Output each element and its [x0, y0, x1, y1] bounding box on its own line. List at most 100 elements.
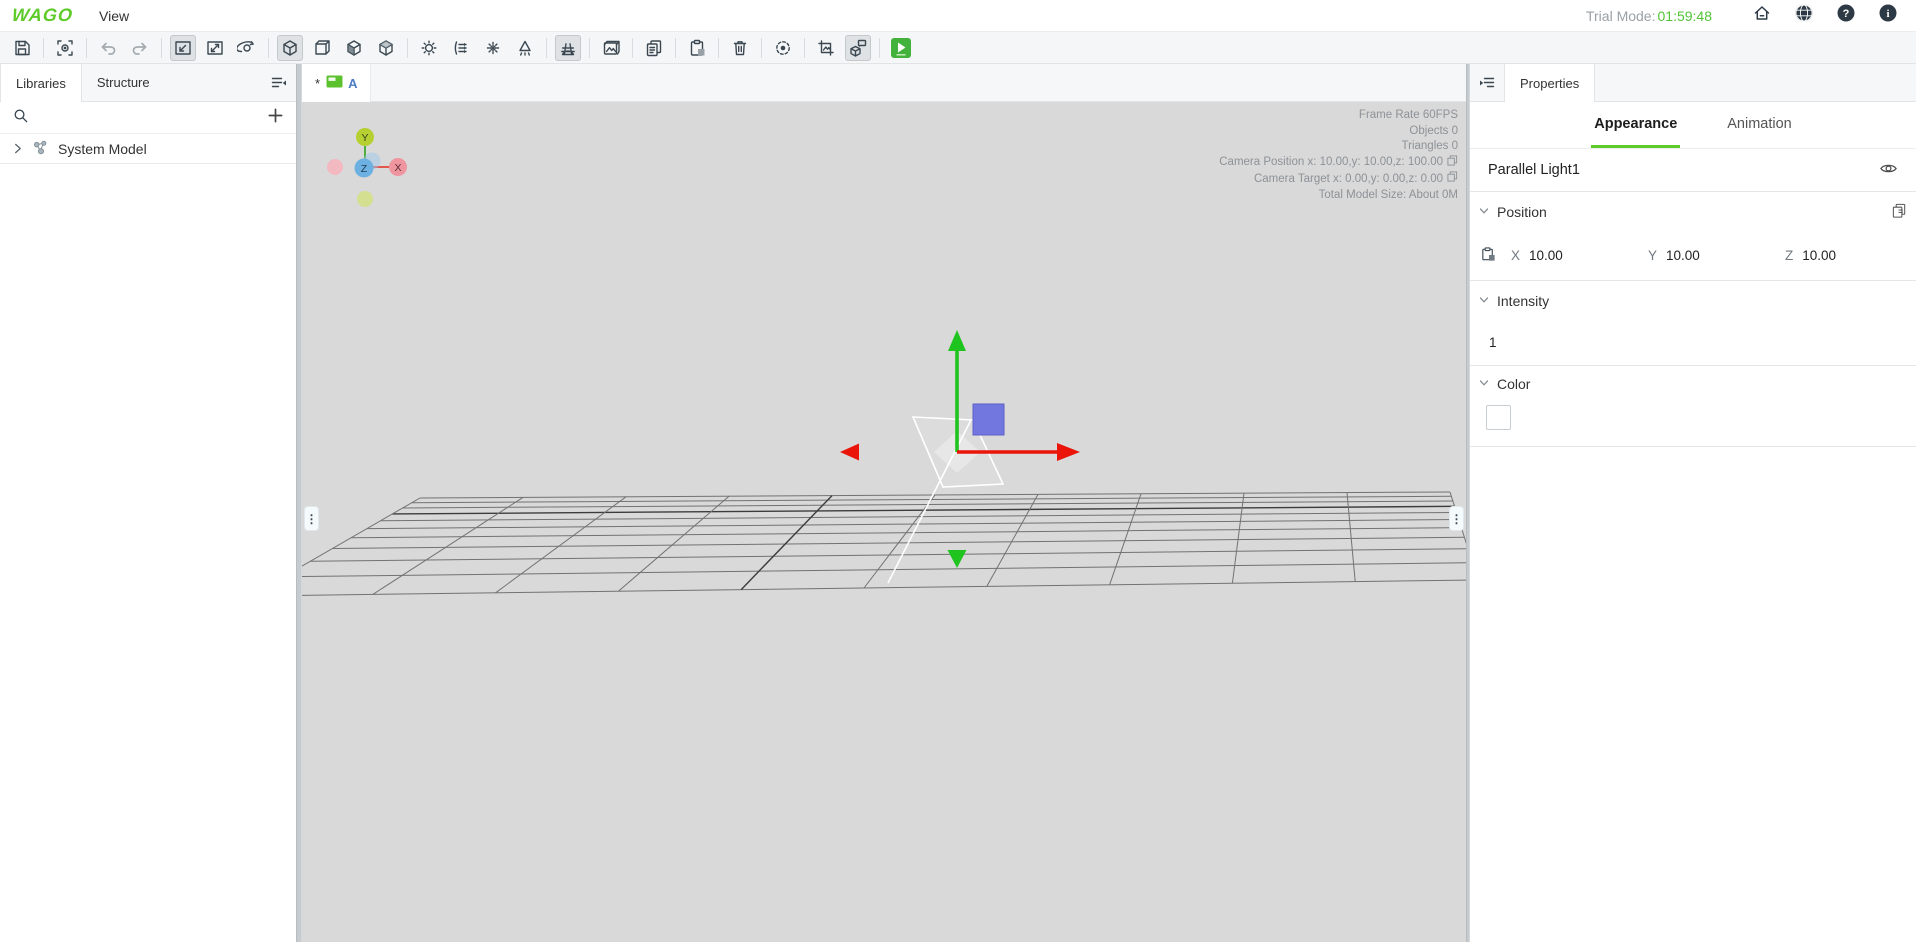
unsaved-indicator: * — [315, 76, 320, 91]
grid-toggle-button[interactable] — [555, 35, 581, 61]
position-x-field[interactable]: X 10.00 — [1497, 248, 1634, 263]
viewport: * A — [302, 64, 1466, 942]
color-swatch[interactable] — [1486, 405, 1511, 430]
right-panel-drag-handle[interactable]: ⋮ — [1449, 506, 1464, 531]
view-cube-back-button[interactable] — [373, 35, 399, 61]
fit-view-button[interactable] — [170, 35, 196, 61]
point-light-button[interactable] — [416, 35, 442, 61]
chevron-down-icon — [1478, 376, 1490, 392]
viewport-stats: Frame Rate 60FPS Objects 0 Triangles 0 C… — [1219, 108, 1458, 203]
section-intensity-header[interactable]: Intensity — [1470, 281, 1916, 320]
axis-up-arrow — [948, 330, 966, 351]
tab-animation[interactable]: Animation — [1724, 102, 1794, 148]
capture-view-button[interactable] — [52, 35, 78, 61]
paste-button[interactable] — [684, 35, 710, 61]
stat-frame-rate: Frame Rate 60FPS — [1359, 108, 1458, 124]
axis-down-arrow — [948, 550, 967, 568]
left-panel-drag-handle[interactable]: ⋮ — [304, 506, 319, 531]
section-color-label: Color — [1497, 376, 1530, 392]
add-library-button[interactable] — [267, 107, 284, 129]
svg-text:?: ? — [1843, 8, 1850, 20]
delete-button[interactable] — [727, 35, 753, 61]
copy-icon[interactable] — [1447, 171, 1458, 188]
visibility-eye-icon[interactable] — [1879, 159, 1898, 182]
position-z-label: Z — [1785, 248, 1793, 263]
position-z-value[interactable]: 10.00 — [1802, 248, 1836, 263]
scene-icon — [326, 75, 343, 91]
stat-triangles: Triangles 0 — [1402, 139, 1458, 155]
view-cube-perspective-button[interactable] — [277, 35, 303, 61]
zoom-extents-button[interactable] — [202, 35, 228, 61]
axis-left-arrow — [840, 444, 859, 461]
stat-camera-position: Camera Position x: 10.00,y: 10.00,z: 100… — [1219, 155, 1443, 171]
section-position-header[interactable]: Position — [1470, 192, 1916, 231]
cone-light-button[interactable] — [512, 35, 538, 61]
copy-icon[interactable] — [1447, 155, 1458, 172]
tab-libraries[interactable]: Libraries — [0, 64, 82, 102]
stat-model-size: Total Model Size: About 0M — [1319, 188, 1458, 204]
left-panel-tabs: Libraries Structure — [0, 64, 296, 102]
chevron-right-icon[interactable] — [12, 141, 23, 157]
toolbar — [0, 32, 1916, 64]
skybox-button[interactable] — [598, 35, 624, 61]
run-simulation-button[interactable] — [888, 35, 914, 61]
orbit-button[interactable] — [234, 35, 260, 61]
save-button[interactable] — [9, 35, 35, 61]
viewport-tabstrip: * A — [302, 64, 1466, 102]
scene-tab-label: A — [348, 76, 357, 91]
orientation-gizmo[interactable]: Y X Z — [327, 128, 407, 207]
trial-mode-label: Trial Mode: — [1586, 8, 1656, 24]
position-y-field[interactable]: Y 10.00 — [1634, 248, 1771, 263]
svg-text:i: i — [1886, 8, 1889, 20]
copy-button[interactable] — [641, 35, 667, 61]
intensity-value[interactable]: 1 — [1489, 335, 1497, 350]
3d-canvas[interactable]: Y X Z Frame Rate 60FPS Objects 0 Triangl… — [302, 102, 1466, 942]
position-y-value[interactable]: 10.00 — [1666, 248, 1700, 263]
redo-button[interactable] — [127, 35, 153, 61]
position-y-label: Y — [1648, 248, 1657, 263]
intensity-value-row: 1 — [1470, 320, 1916, 366]
scene-tab-a[interactable]: * A — [302, 64, 371, 102]
ground-grid — [302, 492, 1466, 596]
panel-menu-icon[interactable] — [262, 64, 296, 101]
gizmo-y-label: Y — [361, 132, 368, 144]
section-color-header[interactable]: Color — [1470, 366, 1916, 402]
system-model-icon — [32, 139, 49, 159]
undo-button[interactable] — [95, 35, 121, 61]
paste-values-icon[interactable] — [1480, 246, 1497, 266]
parallel-light-button[interactable] — [448, 35, 474, 61]
tab-structure[interactable]: Structure — [82, 64, 165, 101]
trial-mode-time: 01:59:48 — [1658, 8, 1713, 24]
parallel-light-object[interactable] — [973, 404, 1004, 435]
properties-subtabs: Appearance Animation — [1470, 102, 1916, 149]
gizmo-neg-x — [327, 159, 343, 175]
tab-appearance[interactable]: Appearance — [1591, 102, 1680, 148]
info-icon[interactable]: i — [1878, 3, 1898, 28]
menu-view[interactable]: View — [99, 8, 129, 24]
target-point-button[interactable] — [770, 35, 796, 61]
properties-panel: Properties Appearance Animation Parallel… — [1470, 64, 1916, 942]
left-panel-body — [0, 164, 296, 942]
tree-item-system-model[interactable]: System Model — [0, 134, 296, 164]
view-cube-front-button[interactable] — [309, 35, 335, 61]
object-name-row: Parallel Light1 — [1470, 149, 1916, 192]
gizmo-x-label: X — [394, 162, 401, 174]
tree-item-label: System Model — [58, 141, 147, 157]
copy-values-icon[interactable] — [1891, 202, 1908, 222]
position-x-value[interactable]: 10.00 — [1529, 248, 1563, 263]
position-z-field[interactable]: Z 10.00 — [1771, 248, 1908, 263]
annotation-button[interactable] — [845, 35, 871, 61]
object-name: Parallel Light1 — [1488, 162, 1580, 178]
spot-light-button[interactable] — [480, 35, 506, 61]
help-icon[interactable]: ? — [1836, 3, 1856, 28]
gizmo-neg-y — [357, 191, 373, 207]
tab-properties[interactable]: Properties — [1504, 64, 1595, 102]
globe-icon[interactable] — [1794, 3, 1814, 28]
home-icon[interactable] — [1752, 3, 1772, 28]
library-search-row — [0, 102, 296, 134]
search-icon[interactable] — [12, 107, 29, 129]
collapse-panel-icon[interactable] — [1470, 64, 1504, 101]
menubar: WAGO View Trial Mode: 01:59:48 ? i — [0, 0, 1916, 32]
view-cube-shaded-button[interactable] — [341, 35, 367, 61]
screenshot-button[interactable] — [813, 35, 839, 61]
